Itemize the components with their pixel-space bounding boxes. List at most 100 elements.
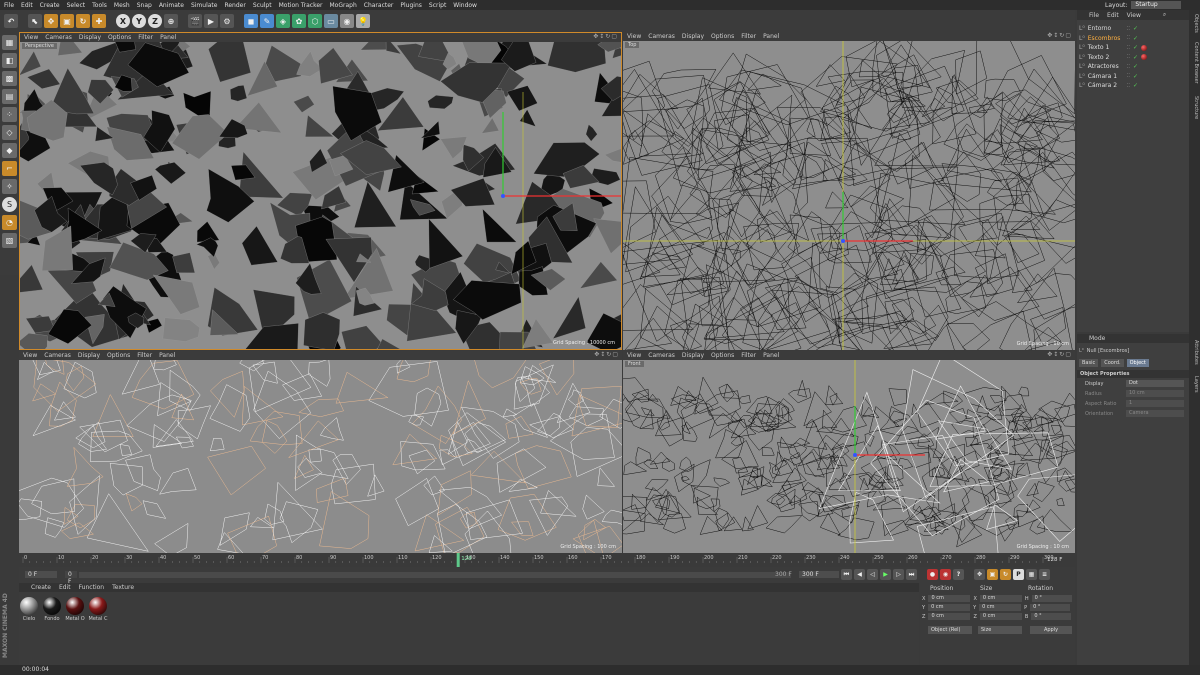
menu-item[interactable]: Character — [364, 2, 394, 9]
enabled-check-icon[interactable]: ✓ — [1133, 82, 1138, 89]
visibility-dots[interactable]: ⁚⁚ — [1127, 45, 1130, 51]
vp-menu-cameras[interactable]: Cameras — [44, 352, 71, 359]
material-swatch[interactable]: Cielo — [19, 597, 39, 622]
key-rotation-icon[interactable]: ↻ — [1000, 569, 1011, 580]
menu-item[interactable]: Mesh — [114, 2, 130, 9]
menu-item[interactable]: Tools — [92, 2, 107, 9]
vp-menu-display[interactable]: Display — [682, 352, 704, 359]
x-axis-button[interactable]: X — [116, 14, 130, 28]
prop-radius-field[interactable]: 10 cm — [1126, 390, 1184, 397]
polygons-mode-icon[interactable]: ◆ — [2, 143, 17, 158]
menu-item[interactable]: Select — [67, 2, 86, 9]
viewport-nav-icons[interactable]: ✥↕↻▢ — [1047, 351, 1072, 358]
vp-menu-cameras[interactable]: Cameras — [648, 352, 675, 359]
layout-select[interactable]: Startup — [1131, 1, 1182, 9]
visibility-dots[interactable]: ⁚⁚ — [1127, 64, 1130, 70]
key-param-icon[interactable]: P — [1013, 569, 1024, 580]
play-forward-icon[interactable]: ▶ — [880, 569, 891, 580]
visibility-dots[interactable]: ⁚⁚ — [1127, 35, 1130, 41]
vp-menu-options[interactable]: Options — [711, 352, 734, 359]
floor-icon[interactable]: ▭ — [324, 14, 338, 28]
pos-z-field[interactable]: 0 cm — [928, 613, 971, 620]
obj-menu-edit[interactable]: Edit — [1107, 12, 1119, 19]
viewport-nav-icons[interactable]: ✥↕↻▢ — [1047, 32, 1072, 39]
vp-menu-view[interactable]: View — [627, 33, 641, 40]
mat-menu-function[interactable]: Function — [79, 584, 105, 591]
visibility-dots[interactable]: ⁚⁚ — [1127, 83, 1130, 89]
visibility-dots[interactable]: ⁚⁚ — [1127, 26, 1130, 32]
model-mode-icon[interactable]: ◧ — [2, 53, 17, 68]
enabled-check-icon[interactable]: ✓ — [1133, 44, 1138, 51]
menu-item[interactable]: Edit — [21, 2, 33, 9]
y-axis-button[interactable]: Y — [132, 14, 146, 28]
obj-menu-view[interactable]: View — [1127, 12, 1141, 19]
timeline-menu-icon[interactable]: ≡ — [1039, 569, 1050, 580]
object-row[interactable]: L⁰ Texto 2 ⁚⁚ ✓ — [1079, 53, 1187, 62]
material-tag-icon[interactable] — [1140, 54, 1147, 60]
min-frame-field[interactable]: 0 F — [65, 571, 77, 585]
texture-mode-icon[interactable]: ▩ — [2, 71, 17, 86]
vp-menu-options[interactable]: Options — [107, 352, 130, 359]
key-position-icon[interactable]: ✥ — [974, 569, 985, 580]
tab-basic[interactable]: Basic — [1079, 359, 1099, 367]
enabled-check-icon[interactable]: ✓ — [1133, 63, 1138, 70]
render-picture-viewer-icon[interactable]: ▶ — [204, 14, 218, 28]
edges-mode-icon[interactable]: ◇ — [2, 125, 17, 140]
light-icon[interactable]: 💡 — [356, 14, 370, 28]
vp-menu-view[interactable]: View — [627, 352, 641, 359]
deformer-icon[interactable]: ⬡ — [308, 14, 322, 28]
rotate-icon[interactable]: ↻ — [76, 14, 90, 28]
size-z-field[interactable]: 0 cm — [979, 613, 1022, 620]
keyframe-selection-icon[interactable]: ? — [953, 569, 964, 580]
enabled-check-icon[interactable]: ✓ — [1133, 35, 1138, 42]
menu-item[interactable]: Sculpt — [253, 2, 272, 9]
key-scale-icon[interactable]: ▣ — [987, 569, 998, 580]
menu-item[interactable]: Motion Tracker — [279, 2, 323, 9]
array-icon[interactable]: ✿ — [292, 14, 306, 28]
menu-item[interactable]: Simulate — [191, 2, 218, 9]
vp-menu-cameras[interactable]: Cameras — [648, 33, 675, 40]
vp-menu-display[interactable]: Display — [79, 34, 101, 41]
menu-item[interactable]: Script — [429, 2, 446, 9]
coord-mode-select[interactable]: Object (Rel) — [928, 626, 972, 634]
coord-size-select[interactable]: Size — [978, 626, 1022, 634]
tab-coord[interactable]: Coord. — [1101, 359, 1124, 367]
tab-objects[interactable]: Objects — [1190, 14, 1199, 33]
vp-menu-cameras[interactable]: Cameras — [45, 34, 72, 41]
vp-menu-panel[interactable]: Panel — [159, 352, 175, 359]
play-backward-icon[interactable]: ◁ — [867, 569, 878, 580]
live-select-icon[interactable]: ⬉ — [28, 14, 42, 28]
next-key-icon[interactable]: ▷ — [893, 569, 904, 580]
obj-menu-file[interactable]: File — [1089, 12, 1099, 19]
max-frame-field[interactable]: 300 F — [799, 571, 839, 578]
vp-menu-panel[interactable]: Panel — [160, 34, 176, 41]
viewport-top[interactable]: View Cameras Display Options Filter Pane… — [623, 32, 1075, 350]
lock-workplane-icon[interactable]: ◔ — [2, 215, 17, 230]
visibility-dots[interactable]: ⁚⁚ — [1127, 73, 1130, 79]
tweak-icon[interactable]: ✧ — [2, 179, 17, 194]
tab-object[interactable]: Object — [1126, 359, 1149, 367]
apply-button[interactable]: Apply — [1030, 626, 1072, 634]
key-pla-icon[interactable]: ▦ — [1026, 569, 1037, 580]
spline-pen-icon[interactable]: ✎ — [260, 14, 274, 28]
menu-item[interactable]: Snap — [137, 2, 152, 9]
vp-menu-display[interactable]: Display — [78, 352, 100, 359]
menu-item[interactable]: Create — [40, 2, 60, 9]
vp-menu-display[interactable]: Display — [682, 33, 704, 40]
move-icon[interactable]: ✥ — [44, 14, 58, 28]
go-to-end-icon[interactable]: ⏭ — [906, 569, 917, 580]
rot-p-field[interactable]: 0 ° — [1030, 604, 1071, 611]
render-settings-icon[interactable]: ⚙ — [220, 14, 234, 28]
pos-x-field[interactable]: 0 cm — [928, 595, 971, 602]
make-editable-icon[interactable]: ▦ — [2, 35, 17, 50]
menu-item[interactable]: Animate — [159, 2, 184, 9]
rot-b-field[interactable]: 0 ° — [1031, 613, 1072, 620]
scale-icon[interactable]: ▣ — [60, 14, 74, 28]
visibility-dots[interactable]: ⁚⁚ — [1127, 54, 1130, 60]
object-row[interactable]: L⁰ Entorno ⁚⁚ ✓ — [1079, 24, 1187, 33]
object-row[interactable]: L⁰ Escombros ⁚⁚ ✓ — [1079, 34, 1187, 43]
prop-aspect-field[interactable]: 1 — [1126, 400, 1184, 407]
go-to-start-icon[interactable]: ⏮ — [841, 569, 852, 580]
vp-menu-view[interactable]: View — [23, 352, 37, 359]
mat-menu-texture[interactable]: Texture — [112, 584, 134, 591]
